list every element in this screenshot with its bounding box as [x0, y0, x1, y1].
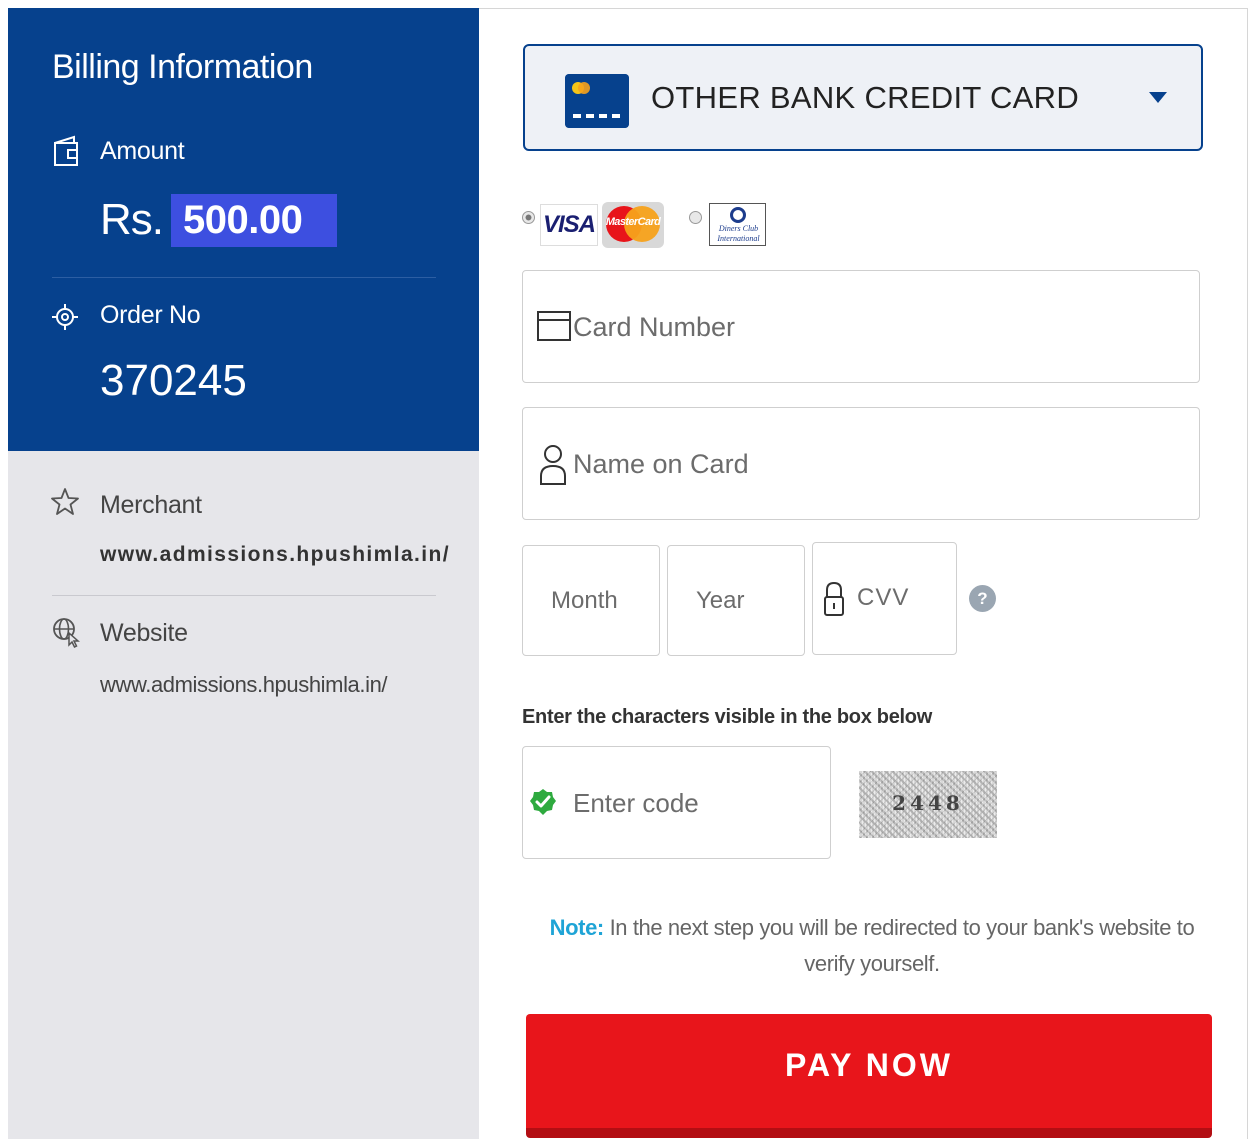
note-label: Note: — [549, 915, 605, 940]
diners-text-1: Diners Club — [718, 224, 759, 233]
verified-check-icon — [530, 789, 556, 815]
cvv-field[interactable] — [812, 542, 957, 655]
star-icon — [51, 488, 79, 515]
website-label: Website — [100, 619, 188, 647]
month-input[interactable] — [551, 576, 651, 626]
amount-label: Amount — [100, 137, 185, 165]
month-field[interactable] — [522, 545, 660, 656]
amount-display: Rs. 500.00 — [100, 193, 337, 247]
divider — [52, 595, 436, 596]
note-text: In the next step you will be redirected … — [609, 915, 1195, 976]
divider — [52, 277, 436, 278]
merchant-label: Merchant — [100, 491, 202, 519]
merchant-value: www.admissions.hpushimla.in/ — [100, 543, 450, 566]
billing-panel: Billing Information Amount Rs. 500.00 Or… — [8, 8, 479, 451]
billing-title: Billing Information — [52, 48, 313, 86]
card-number-input[interactable] — [573, 299, 1173, 355]
order-label: Order No — [100, 301, 201, 329]
visa-logo: VISA — [540, 204, 598, 246]
lock-icon — [824, 581, 844, 616]
radio-diners[interactable] — [689, 211, 702, 224]
radio-visa-mastercard[interactable] — [522, 211, 535, 224]
caret-down-icon — [1149, 92, 1167, 103]
payment-method-label: OTHER BANK CREDIT CARD — [651, 80, 1080, 115]
cvv-input[interactable] — [857, 573, 947, 623]
amount-value: 500.00 — [171, 193, 337, 247]
captcha-image: 2448 — [859, 771, 997, 838]
diners-text-2: International — [717, 234, 760, 243]
billing-sidebar: Billing Information Amount Rs. 500.00 Or… — [8, 8, 479, 1139]
target-icon — [52, 304, 78, 330]
name-on-card-field[interactable] — [522, 407, 1200, 520]
wallet-icon — [54, 135, 78, 166]
captcha-field[interactable] — [522, 746, 831, 859]
currency-symbol: Rs. — [100, 195, 164, 244]
user-icon — [540, 445, 566, 485]
website-value: www.admissions.hpushimla.in/ — [100, 672, 388, 697]
mastercard-text: MasterCard — [605, 216, 661, 228]
pay-now-button[interactable]: PAY NOW — [526, 1014, 1212, 1138]
captcha-instruction: Enter the characters visible in the box … — [522, 706, 932, 728]
credit-card-icon — [565, 74, 629, 128]
year-input[interactable] — [696, 576, 796, 626]
captcha-code: 2448 — [892, 791, 964, 815]
card-number-field[interactable] — [522, 270, 1200, 383]
redirect-note: Note: In the next step you will be redir… — [522, 910, 1222, 982]
year-field[interactable] — [667, 545, 805, 656]
card-icon — [537, 311, 571, 341]
mastercard-logo: MasterCard — [602, 202, 664, 248]
payment-method-dropdown[interactable]: OTHER BANK CREDIT CARD — [523, 44, 1203, 151]
globe-cursor-icon — [53, 618, 80, 649]
diners-club-logo: Diners Club International — [709, 203, 766, 246]
order-number: 370245 — [100, 356, 247, 405]
name-on-card-input[interactable] — [573, 436, 1173, 492]
captcha-input[interactable] — [573, 775, 823, 831]
cvv-help-icon[interactable]: ? — [969, 585, 996, 612]
